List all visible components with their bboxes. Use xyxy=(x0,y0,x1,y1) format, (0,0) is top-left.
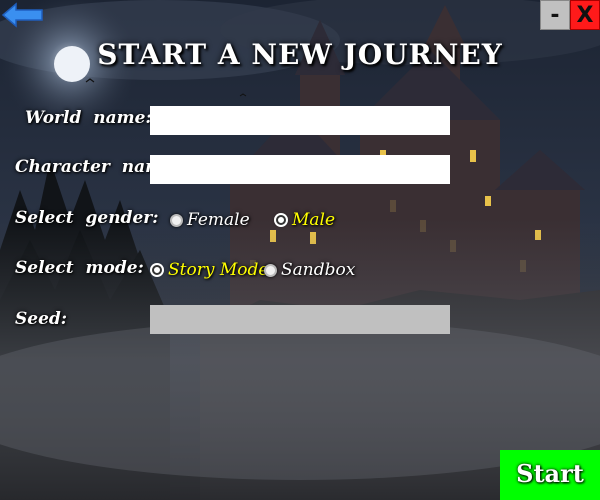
world-name-input[interactable] xyxy=(150,106,450,135)
character-name-input[interactable] xyxy=(150,155,450,184)
mode-option-story[interactable]: Story Mode xyxy=(150,260,268,280)
background-scene xyxy=(0,0,600,500)
gender-label: Select gender: xyxy=(15,208,159,228)
radio-button-selected-icon xyxy=(152,265,162,275)
world-name-label: World name: xyxy=(25,108,152,128)
seed-input[interactable] xyxy=(150,305,450,334)
arrow-left-icon xyxy=(1,2,43,28)
page-title: START A NEW JOURNEY xyxy=(97,38,503,71)
mode-story-label: Story Mode xyxy=(168,260,269,280)
radio-button-icon xyxy=(170,213,183,227)
radio-button-selected-icon xyxy=(276,215,286,225)
gender-female-label: Female xyxy=(187,210,250,230)
gender-option-male[interactable]: Male xyxy=(274,210,335,230)
radio-button-icon xyxy=(264,263,277,277)
mode-sandbox-label: Sandbox xyxy=(281,260,356,280)
minimize-button[interactable]: - xyxy=(540,0,570,30)
mode-option-sandbox[interactable]: Sandbox xyxy=(264,260,355,280)
mode-label: Select mode: xyxy=(15,258,144,278)
start-button[interactable]: Start xyxy=(500,450,600,500)
gender-option-female[interactable]: Female xyxy=(170,210,250,230)
seed-label: Seed: xyxy=(15,309,68,329)
back-button[interactable] xyxy=(0,0,46,34)
close-button[interactable]: X xyxy=(570,0,600,30)
gender-male-label: Male xyxy=(292,210,336,230)
